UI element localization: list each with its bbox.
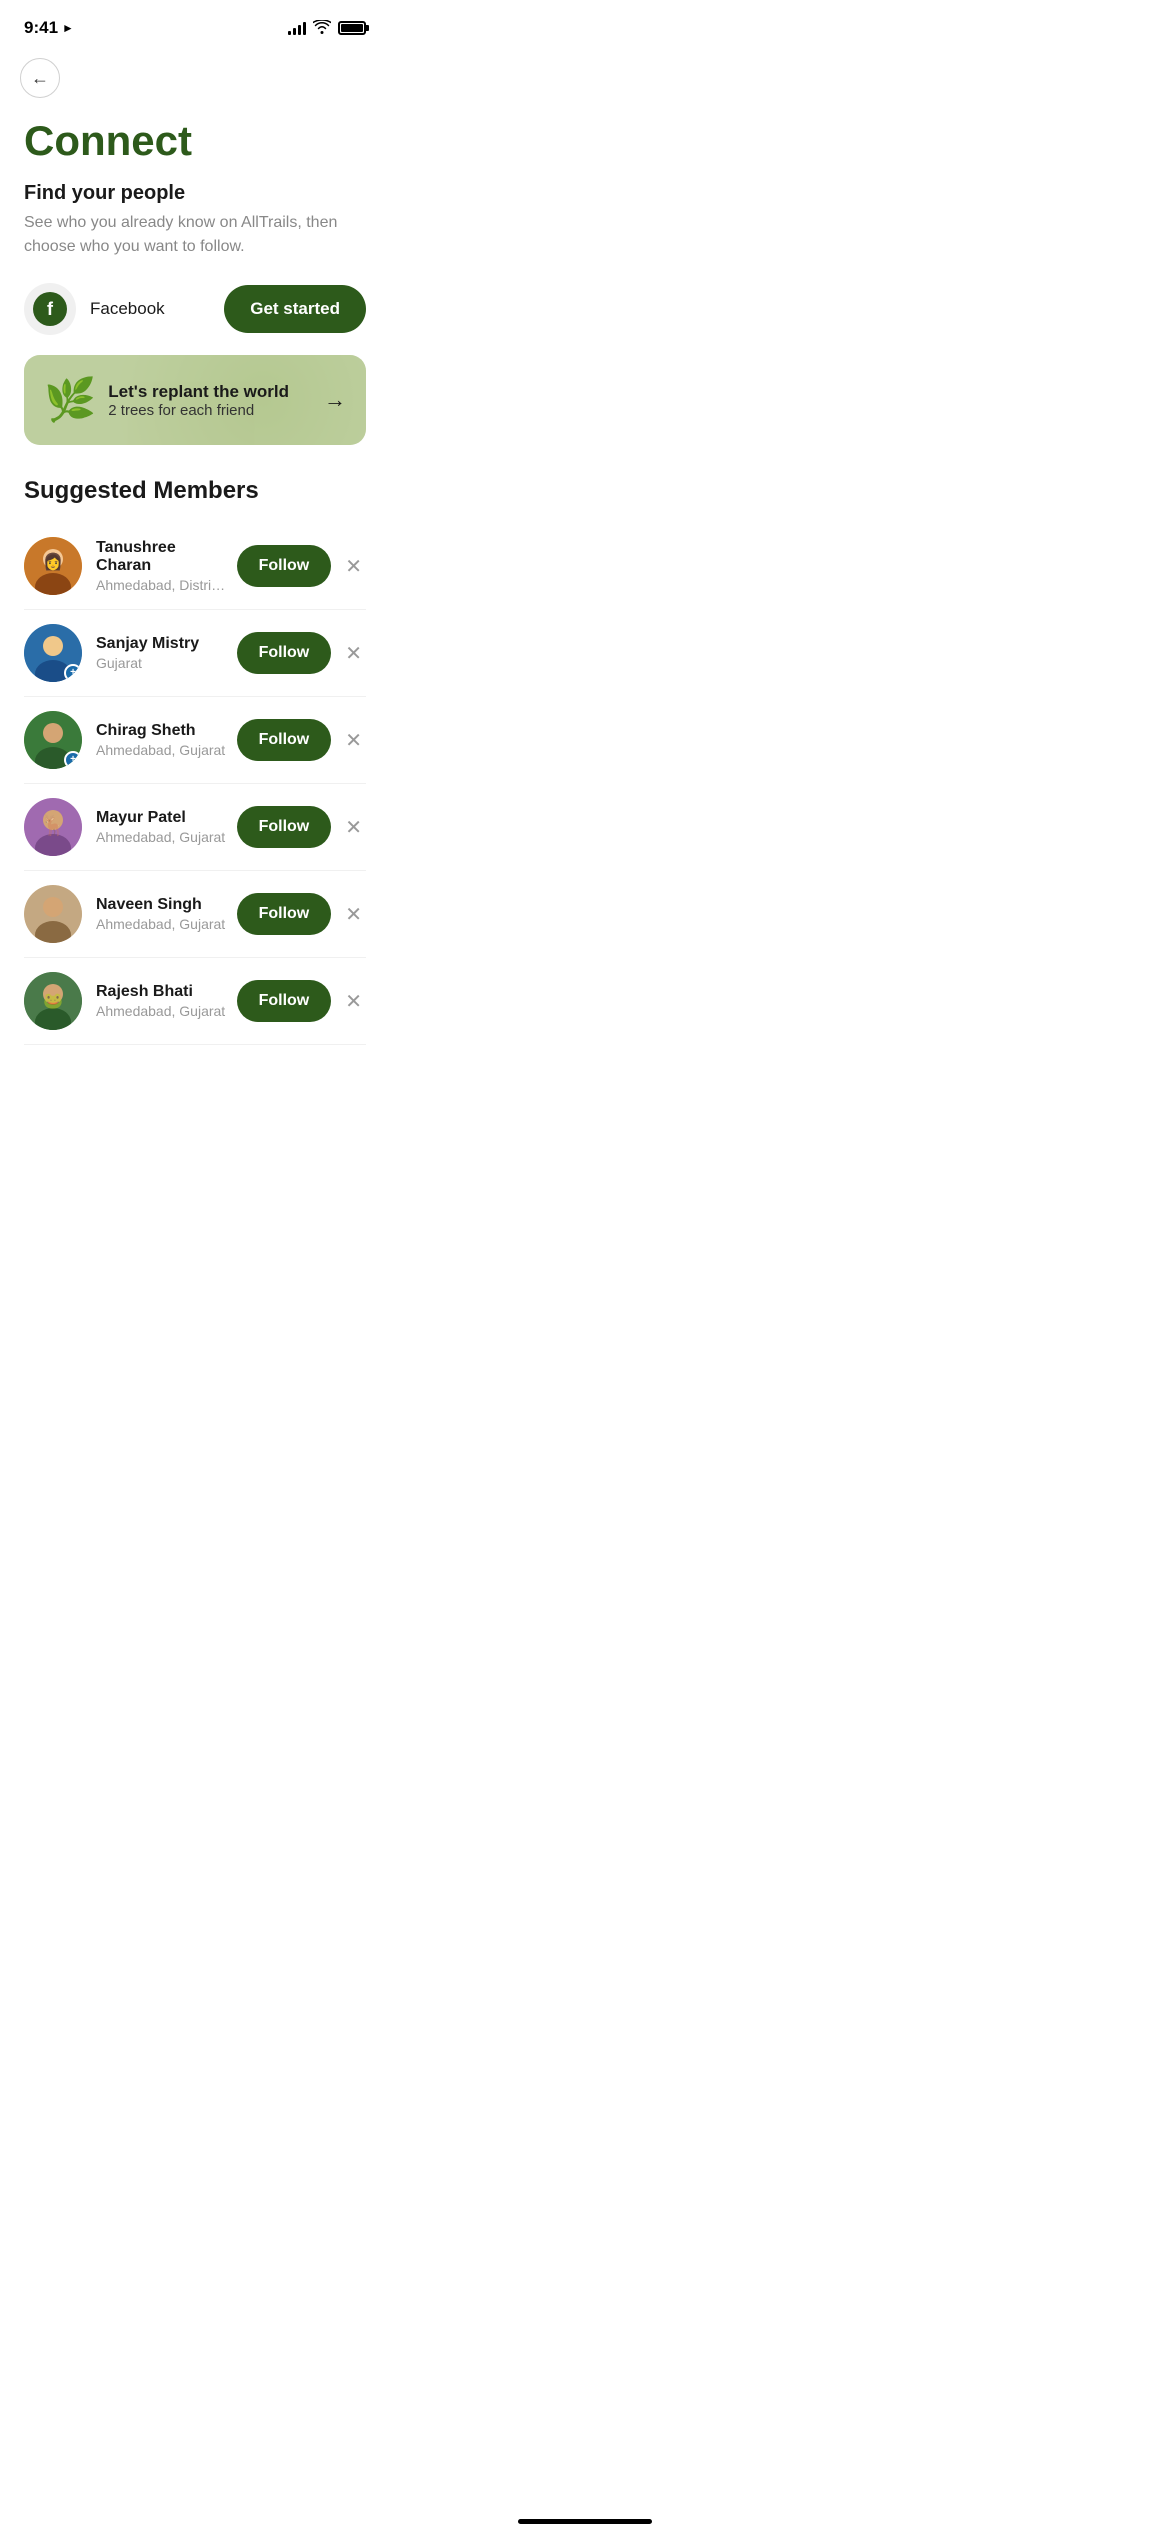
member-name-naveen: Naveen Singh [96,896,227,914]
member-name-tanushree: Tanushree Charan [96,539,227,575]
member-name-sanjay: Sanjay Mistry [96,635,227,653]
svg-text:🦌: 🦌 [41,813,66,837]
member-actions-rajesh: Follow ✕ [237,980,366,1022]
close-icon: ✕ [345,815,362,840]
battery-icon [338,21,366,35]
member-badge-icon: + [64,751,82,769]
follow-button-sanjay[interactable]: Follow [237,632,332,674]
member-location-tanushree: Ahmedabad, District of Colu... [96,577,227,593]
avatar-sanjay: + [24,624,82,682]
replant-subtitle: 2 trees for each friend [108,402,289,419]
member-actions-sanjay: Follow ✕ [237,632,366,674]
member-name-chirag: Chirag Sheth [96,722,227,740]
status-icons [288,20,366,37]
replant-left: 🌿 Let's replant the world 2 trees for ea… [44,379,289,421]
close-icon: ✕ [345,989,362,1014]
member-actions-tanushree: Follow ✕ [237,545,366,587]
back-arrow-icon: ← [31,69,49,87]
avatar-mayur: 🦌 [24,798,82,856]
location-arrow-icon: ► [62,21,74,35]
svg-text:🐸: 🐸 [43,992,63,1010]
avatar-naveen [24,885,82,943]
facebook-icon-wrap: f [24,283,76,335]
avatar-rajesh: 🐸 [24,972,82,1030]
member-info-tanushree: Tanushree Charan Ahmedabad, District of C… [96,539,227,593]
find-people-description: See who you already know on AllTrails, t… [24,211,366,259]
member-name-rajesh: Rajesh Bhati [96,983,227,1001]
member-location-sanjay: Gujarat [96,655,227,671]
member-row: 👩 Tanushree Charan Ahmedabad, District of… [24,523,366,610]
member-row: 🐸 Rajesh Bhati Ahmedabad, Gujarat Follow ✕ [24,958,366,1045]
member-location-mayur: Ahmedabad, Gujarat [96,829,227,845]
dismiss-button-tanushree[interactable]: ✕ [341,550,366,583]
find-people-heading: Find your people [24,182,366,205]
status-time: 9:41 ► [24,18,74,38]
member-location-rajesh: Ahmedabad, Gujarat [96,1003,227,1019]
home-indicator [518,2519,652,2524]
follow-button-chirag[interactable]: Follow [237,719,332,761]
dismiss-button-rajesh[interactable]: ✕ [341,985,366,1018]
dismiss-button-chirag[interactable]: ✕ [341,724,366,757]
close-icon: ✕ [345,641,362,666]
member-info-naveen: Naveen Singh Ahmedabad, Gujarat [96,896,227,932]
follow-button-tanushree[interactable]: Follow [237,545,332,587]
facebook-left: f Facebook [24,283,165,335]
dismiss-button-sanjay[interactable]: ✕ [341,637,366,670]
replant-arrow-icon: → [324,387,346,413]
member-info-rajesh: Rajesh Bhati Ahmedabad, Gujarat [96,983,227,1019]
member-actions-chirag: Follow ✕ [237,719,366,761]
facebook-label: Facebook [90,299,165,319]
svg-text:👩: 👩 [43,552,63,571]
member-row: Naveen Singh Ahmedabad, Gujarat Follow ✕ [24,871,366,958]
member-location-chirag: Ahmedabad, Gujarat [96,742,227,758]
member-list: 👩 Tanushree Charan Ahmedabad, District of… [24,523,366,1045]
replant-title: Let's replant the world [108,382,289,402]
follow-button-naveen[interactable]: Follow [237,893,332,935]
get-started-button[interactable]: Get started [224,285,366,333]
wifi-icon [313,20,331,37]
main-content: Connect Find your people See who you alr… [0,110,390,1069]
member-info-chirag: Chirag Sheth Ahmedabad, Gujarat [96,722,227,758]
member-actions-naveen: Follow ✕ [237,893,366,935]
time-label: 9:41 [24,18,58,38]
suggested-members-heading: Suggested Members [24,477,366,505]
member-info-sanjay: Sanjay Mistry Gujarat [96,635,227,671]
member-row: + Chirag Sheth Ahmedabad, Gujarat Follow ✕ [24,697,366,784]
nav-bar: ← [0,50,390,110]
member-row: + Sanjay Mistry Gujarat Follow ✕ [24,610,366,697]
facebook-row: f Facebook Get started [24,283,366,335]
close-icon: ✕ [345,902,362,927]
status-bar: 9:41 ► [0,0,390,50]
back-button[interactable]: ← [20,58,60,98]
member-row: 🦌 Mayur Patel Ahmedabad, Gujarat Follow ✕ [24,784,366,871]
follow-button-mayur[interactable]: Follow [237,806,332,848]
dismiss-button-naveen[interactable]: ✕ [341,898,366,931]
facebook-icon: f [33,292,67,326]
avatar-tanushree: 👩 [24,537,82,595]
page-title: Connect [24,118,366,164]
close-icon: ✕ [345,728,362,753]
follow-button-rajesh[interactable]: Follow [237,980,332,1022]
close-icon: ✕ [345,554,362,579]
member-badge-icon: + [64,664,82,682]
leaf-icon: 🌿 [44,379,96,421]
member-name-mayur: Mayur Patel [96,809,227,827]
member-info-mayur: Mayur Patel Ahmedabad, Gujarat [96,809,227,845]
signal-icon [288,21,306,35]
avatar-chirag: + [24,711,82,769]
dismiss-button-mayur[interactable]: ✕ [341,811,366,844]
member-location-naveen: Ahmedabad, Gujarat [96,916,227,932]
replant-banner[interactable]: 🌿 Let's replant the world 2 trees for ea… [24,355,366,445]
member-actions-mayur: Follow ✕ [237,806,366,848]
replant-text: Let's replant the world 2 trees for each… [108,382,289,419]
